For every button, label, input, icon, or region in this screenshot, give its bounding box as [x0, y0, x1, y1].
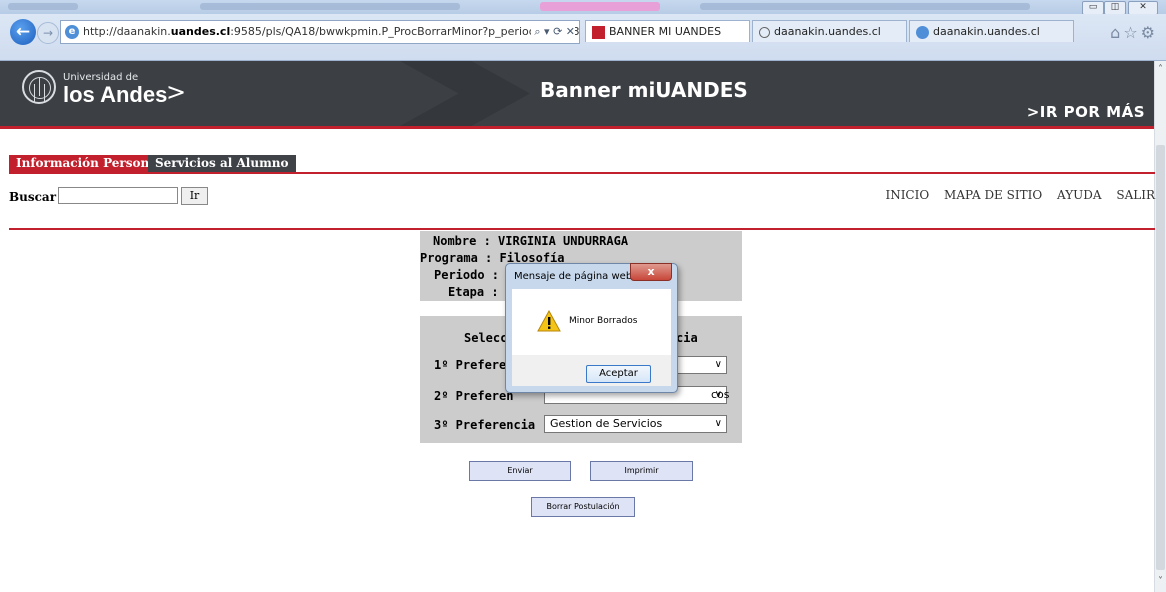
borrar-postulacion-button[interactable]: Borrar Postulación	[531, 497, 635, 517]
logo-arrow-icon[interactable]: >	[166, 78, 186, 106]
student-name: Nombre : VIRGINIA UNDURRAGA	[433, 234, 629, 248]
student-period: Periodo : 2	[434, 268, 514, 282]
dialog-ok-button[interactable]: Aceptar	[586, 365, 651, 383]
ir-por-mas-link[interactable]: >IR POR MÁS	[1027, 103, 1145, 121]
top-links: INICIO MAPA DE SITIO AYUDA SALIR	[874, 188, 1155, 202]
logo-big-text: los Andes	[63, 82, 168, 107]
titlebar-blur	[200, 3, 460, 10]
tab-informacion-personal[interactable]: Información Personal	[9, 155, 169, 172]
back-button[interactable]: ←	[10, 19, 36, 45]
chevron-down-icon: ∨	[714, 418, 722, 429]
restore-button[interactable]: ◫	[1104, 1, 1126, 15]
header-chevron-decoration	[400, 61, 530, 126]
preference-3-value: Gestion de Servicios	[550, 417, 663, 430]
link-ayuda[interactable]: AYUDA	[1057, 188, 1102, 202]
titlebar-blur	[8, 3, 78, 10]
titlebar-highlight	[540, 2, 660, 11]
search-input[interactable]	[58, 187, 178, 204]
tab-label: BANNER MI UANDES	[609, 25, 722, 38]
tab-label: daanakin.uandes.cl	[774, 25, 881, 38]
search-go-button[interactable]: Ir	[181, 187, 208, 205]
titlebar-blur	[700, 3, 1030, 10]
warning-icon	[537, 310, 561, 332]
dialog-close-button[interactable]: x	[630, 263, 672, 281]
link-inicio[interactable]: INICIO	[885, 188, 929, 202]
tab-daanakin-1[interactable]: daanakin.uandes.cl	[752, 20, 907, 42]
site-title: Banner miUANDES	[540, 78, 748, 102]
search-label: Buscar	[9, 190, 57, 204]
loading-icon	[759, 26, 770, 38]
preference-1-label: 1º Preferen	[434, 358, 514, 372]
address-prefix: http://daanakin.	[83, 25, 171, 38]
content-divider	[9, 228, 1155, 230]
tab-daanakin-2[interactable]: daanakin.uandes.cl	[909, 20, 1074, 42]
tab-banner[interactable]: BANNER MI UANDES	[585, 20, 750, 42]
student-stage: Etapa : 0	[448, 285, 514, 299]
address-host: uandes.cl	[170, 25, 231, 38]
scroll-thumb[interactable]	[1156, 145, 1165, 570]
tab-label: daanakin.uandes.cl	[933, 25, 1040, 38]
preference-3-select[interactable]: Gestion de Servicios ∨	[544, 415, 727, 433]
header-red-line	[0, 126, 1155, 129]
browser-toolbar-icons[interactable]: ⌂☆⚙	[1110, 23, 1158, 42]
window-titlebar: ▭ ◫ ✕	[0, 0, 1166, 15]
ie-favicon-icon	[916, 25, 929, 39]
chevron-down-icon: ∨	[714, 359, 722, 370]
scroll-down-icon[interactable]: ˅	[1155, 576, 1166, 588]
preferences-heading-right: cia	[676, 331, 698, 345]
imprimir-button[interactable]: Imprimir	[590, 461, 693, 481]
message-dialog: Mensaje de página web x Minor Borrados A…	[505, 263, 678, 393]
forward-button[interactable]: →	[37, 22, 59, 44]
ie-icon: e	[65, 25, 79, 39]
address-suffix: :9585/pls/QA18/bwwkpmin.P_ProcBorrarMino…	[230, 25, 580, 38]
close-window-button[interactable]: ✕	[1128, 1, 1158, 15]
scroll-up-icon[interactable]: ˄	[1155, 64, 1166, 76]
preference-3-label: 3º Preferencia	[434, 418, 536, 432]
link-salir[interactable]: SALIR	[1116, 188, 1155, 202]
banner-favicon-icon	[592, 25, 605, 39]
tab-servicios-alumno[interactable]: Servicios al Alumno	[148, 155, 296, 172]
enviar-button[interactable]: Enviar	[469, 461, 571, 481]
chevron-down-icon: ∨	[714, 389, 722, 400]
university-seal-icon	[22, 70, 56, 104]
address-bar[interactable]: e http://daanakin.uandes.cl:9585/pls/QA18…	[60, 20, 580, 44]
address-tools[interactable]: ⌕ ▾ ⟳ ✕	[531, 21, 575, 43]
browser-navbar: ← → e http://daanakin.uandes.cl:9585/pls/…	[0, 14, 1166, 61]
dialog-title: Mensaje de página web	[514, 271, 633, 282]
minimize-button[interactable]: ▭	[1082, 1, 1104, 15]
tab-underline	[9, 172, 1155, 174]
preference-2-label: 2º Preferen	[434, 389, 514, 403]
dialog-message: Minor Borrados	[569, 316, 638, 326]
link-mapa-de-sitio[interactable]: MAPA DE SITIO	[944, 188, 1042, 202]
site-header: Universidad de los Andes > Banner miUAND…	[0, 61, 1155, 126]
